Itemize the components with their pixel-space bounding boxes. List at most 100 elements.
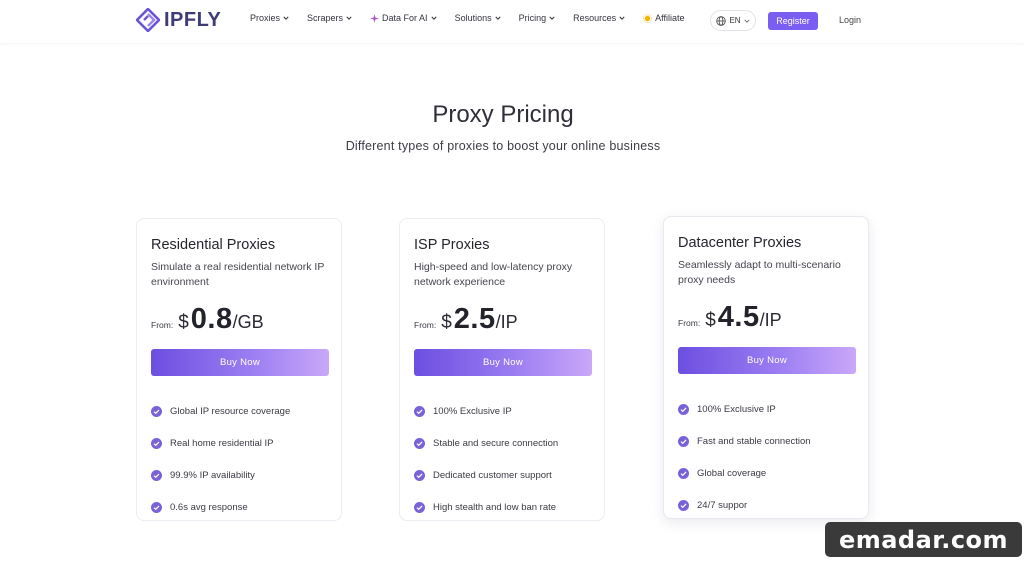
brand-name: IPFLY — [164, 8, 222, 31]
feature-item: 24/7 suppor — [678, 489, 811, 521]
feature-item: Dedicated customer support — [414, 459, 558, 491]
main-nav: Proxies Scrapers Data For AI Solutions P… — [250, 13, 685, 23]
language-selector[interactable]: EN — [710, 10, 756, 31]
sparkle-icon — [370, 13, 380, 23]
nav-label: Resources — [573, 13, 617, 23]
feature-text: Stable and secure connection — [433, 437, 559, 449]
nav-label: Proxies — [250, 13, 281, 23]
watermark: emadar.com — [825, 522, 1022, 557]
check-circle-icon — [151, 437, 162, 449]
pricing-card-datacenter: Datacenter Proxies Seamlessly adapt to m… — [663, 216, 869, 519]
feature-text: Global IP resource coverage — [170, 405, 291, 417]
page-subtitle: Different types of proxies to boost your… — [345, 139, 661, 153]
price: From: $ 2.5 /IP — [414, 303, 518, 336]
nav-label: Scrapers — [307, 13, 344, 23]
pricing-card-isp: ISP Proxies High-speed and low-latency p… — [399, 218, 605, 521]
chevron-down-icon — [430, 16, 437, 20]
price-from-label: From: — [414, 320, 437, 330]
check-circle-icon — [414, 469, 425, 481]
card-title: ISP Proxies — [414, 237, 490, 253]
feature-item: Global IP resource coverage — [151, 395, 290, 427]
login-link[interactable]: Login — [839, 15, 861, 25]
feature-item: Global coverage — [678, 457, 811, 489]
price-from-label: From: — [678, 318, 701, 328]
nav-proxies[interactable]: Proxies — [250, 13, 289, 23]
globe-icon — [716, 15, 727, 26]
feature-list: 100% Exclusive IP Stable and secure conn… — [414, 395, 558, 523]
card-description: High-speed and low-latency proxy network… — [414, 261, 573, 288]
buy-now-button[interactable]: Buy Now — [678, 347, 856, 374]
feature-text: 100% Exclusive IP — [433, 405, 512, 417]
nav-label: Pricing — [518, 13, 547, 23]
chevron-down-icon — [346, 16, 352, 20]
check-circle-icon — [678, 403, 689, 415]
feature-item: 100% Exclusive IP — [678, 393, 811, 425]
price-currency: $ — [178, 312, 189, 333]
buy-now-button[interactable]: Buy Now — [414, 349, 592, 376]
feature-text: 24/7 suppor — [697, 499, 748, 511]
pricing-card-residential: Residential Proxies Simulate a real resi… — [136, 218, 342, 521]
feature-text: 100% Exclusive IP — [697, 403, 776, 415]
top-navbar: IPFLY Proxies Scrapers Data For AI Solut… — [0, 0, 1024, 43]
brand-logo[interactable]: IPFLY — [136, 8, 221, 32]
watermark-text: emadar.com — [838, 525, 1009, 554]
feature-text: Real home residential IP — [170, 437, 274, 449]
card-title: Residential Proxies — [151, 237, 276, 253]
check-circle-icon — [678, 435, 689, 447]
nav-label: Affiliate — [655, 13, 685, 23]
page-title: Proxy Pricing — [432, 101, 574, 128]
language-label: EN — [729, 16, 741, 25]
feature-text: High stealth and low ban rate — [433, 501, 557, 513]
feature-text: 0.6s avg response — [170, 501, 248, 513]
feature-list: 100% Exclusive IP Fast and stable connec… — [678, 393, 811, 521]
price-amount: 2.5 — [453, 303, 496, 335]
feature-text: 99.9% IP availability — [170, 469, 255, 481]
feature-item: 100% Exclusive IP — [414, 395, 558, 427]
ipfly-logo-icon — [136, 8, 160, 32]
register-button[interactable]: Register — [768, 12, 818, 30]
price-currency: $ — [705, 310, 716, 331]
nav-solutions[interactable]: Solutions — [455, 13, 501, 23]
chevron-down-icon — [619, 16, 625, 20]
nav-scrapers[interactable]: Scrapers — [307, 13, 352, 23]
check-circle-icon — [678, 499, 689, 511]
price-amount: 4.5 — [717, 301, 760, 333]
price-unit: /IP — [759, 310, 782, 330]
nav-pricing[interactable]: Pricing — [519, 13, 556, 23]
check-circle-icon — [151, 501, 162, 513]
feature-text: Fast and stable connection — [697, 435, 811, 447]
nav-label: Data For AI — [382, 13, 428, 23]
card-description: Seamlessly adapt to multi-scenario proxy… — [678, 259, 841, 286]
price-unit: /IP — [495, 312, 518, 332]
feature-item: Fast and stable connection — [678, 425, 811, 457]
nav-resources[interactable]: Resources — [573, 13, 625, 23]
price-amount: 0.8 — [190, 303, 233, 335]
feature-item: 99.9% IP availability — [151, 459, 290, 491]
feature-text: Dedicated customer support — [433, 469, 552, 481]
sun-icon — [643, 13, 653, 23]
nav-affiliate[interactable]: Affiliate — [643, 13, 685, 23]
feature-item: High stealth and low ban rate — [414, 491, 558, 523]
check-circle-icon — [414, 437, 425, 449]
check-circle-icon — [678, 467, 689, 479]
chevron-down-icon — [494, 16, 501, 20]
buy-now-button[interactable]: Buy Now — [151, 349, 329, 376]
feature-text: Global coverage — [697, 467, 767, 479]
nav-data-for-ai[interactable]: Data For AI — [370, 13, 437, 23]
card-title: Datacenter Proxies — [678, 235, 802, 251]
check-circle-icon — [414, 405, 425, 417]
feature-item: 0.6s avg response — [151, 491, 290, 523]
feature-list: Global IP resource coverage Real home re… — [151, 395, 290, 523]
nav-label: Solutions — [454, 13, 492, 23]
price: From: $ 4.5 /IP — [678, 301, 782, 334]
card-description: Simulate a real residential network IP e… — [151, 261, 325, 288]
check-circle-icon — [151, 405, 162, 417]
chevron-down-icon — [744, 19, 750, 23]
price-from-label: From: — [151, 320, 174, 330]
feature-item: Real home residential IP — [151, 427, 290, 459]
check-circle-icon — [151, 469, 162, 481]
feature-item: Stable and secure connection — [414, 427, 558, 459]
check-circle-icon — [414, 501, 425, 513]
chevron-down-icon — [549, 16, 555, 20]
price-currency: $ — [441, 312, 452, 333]
